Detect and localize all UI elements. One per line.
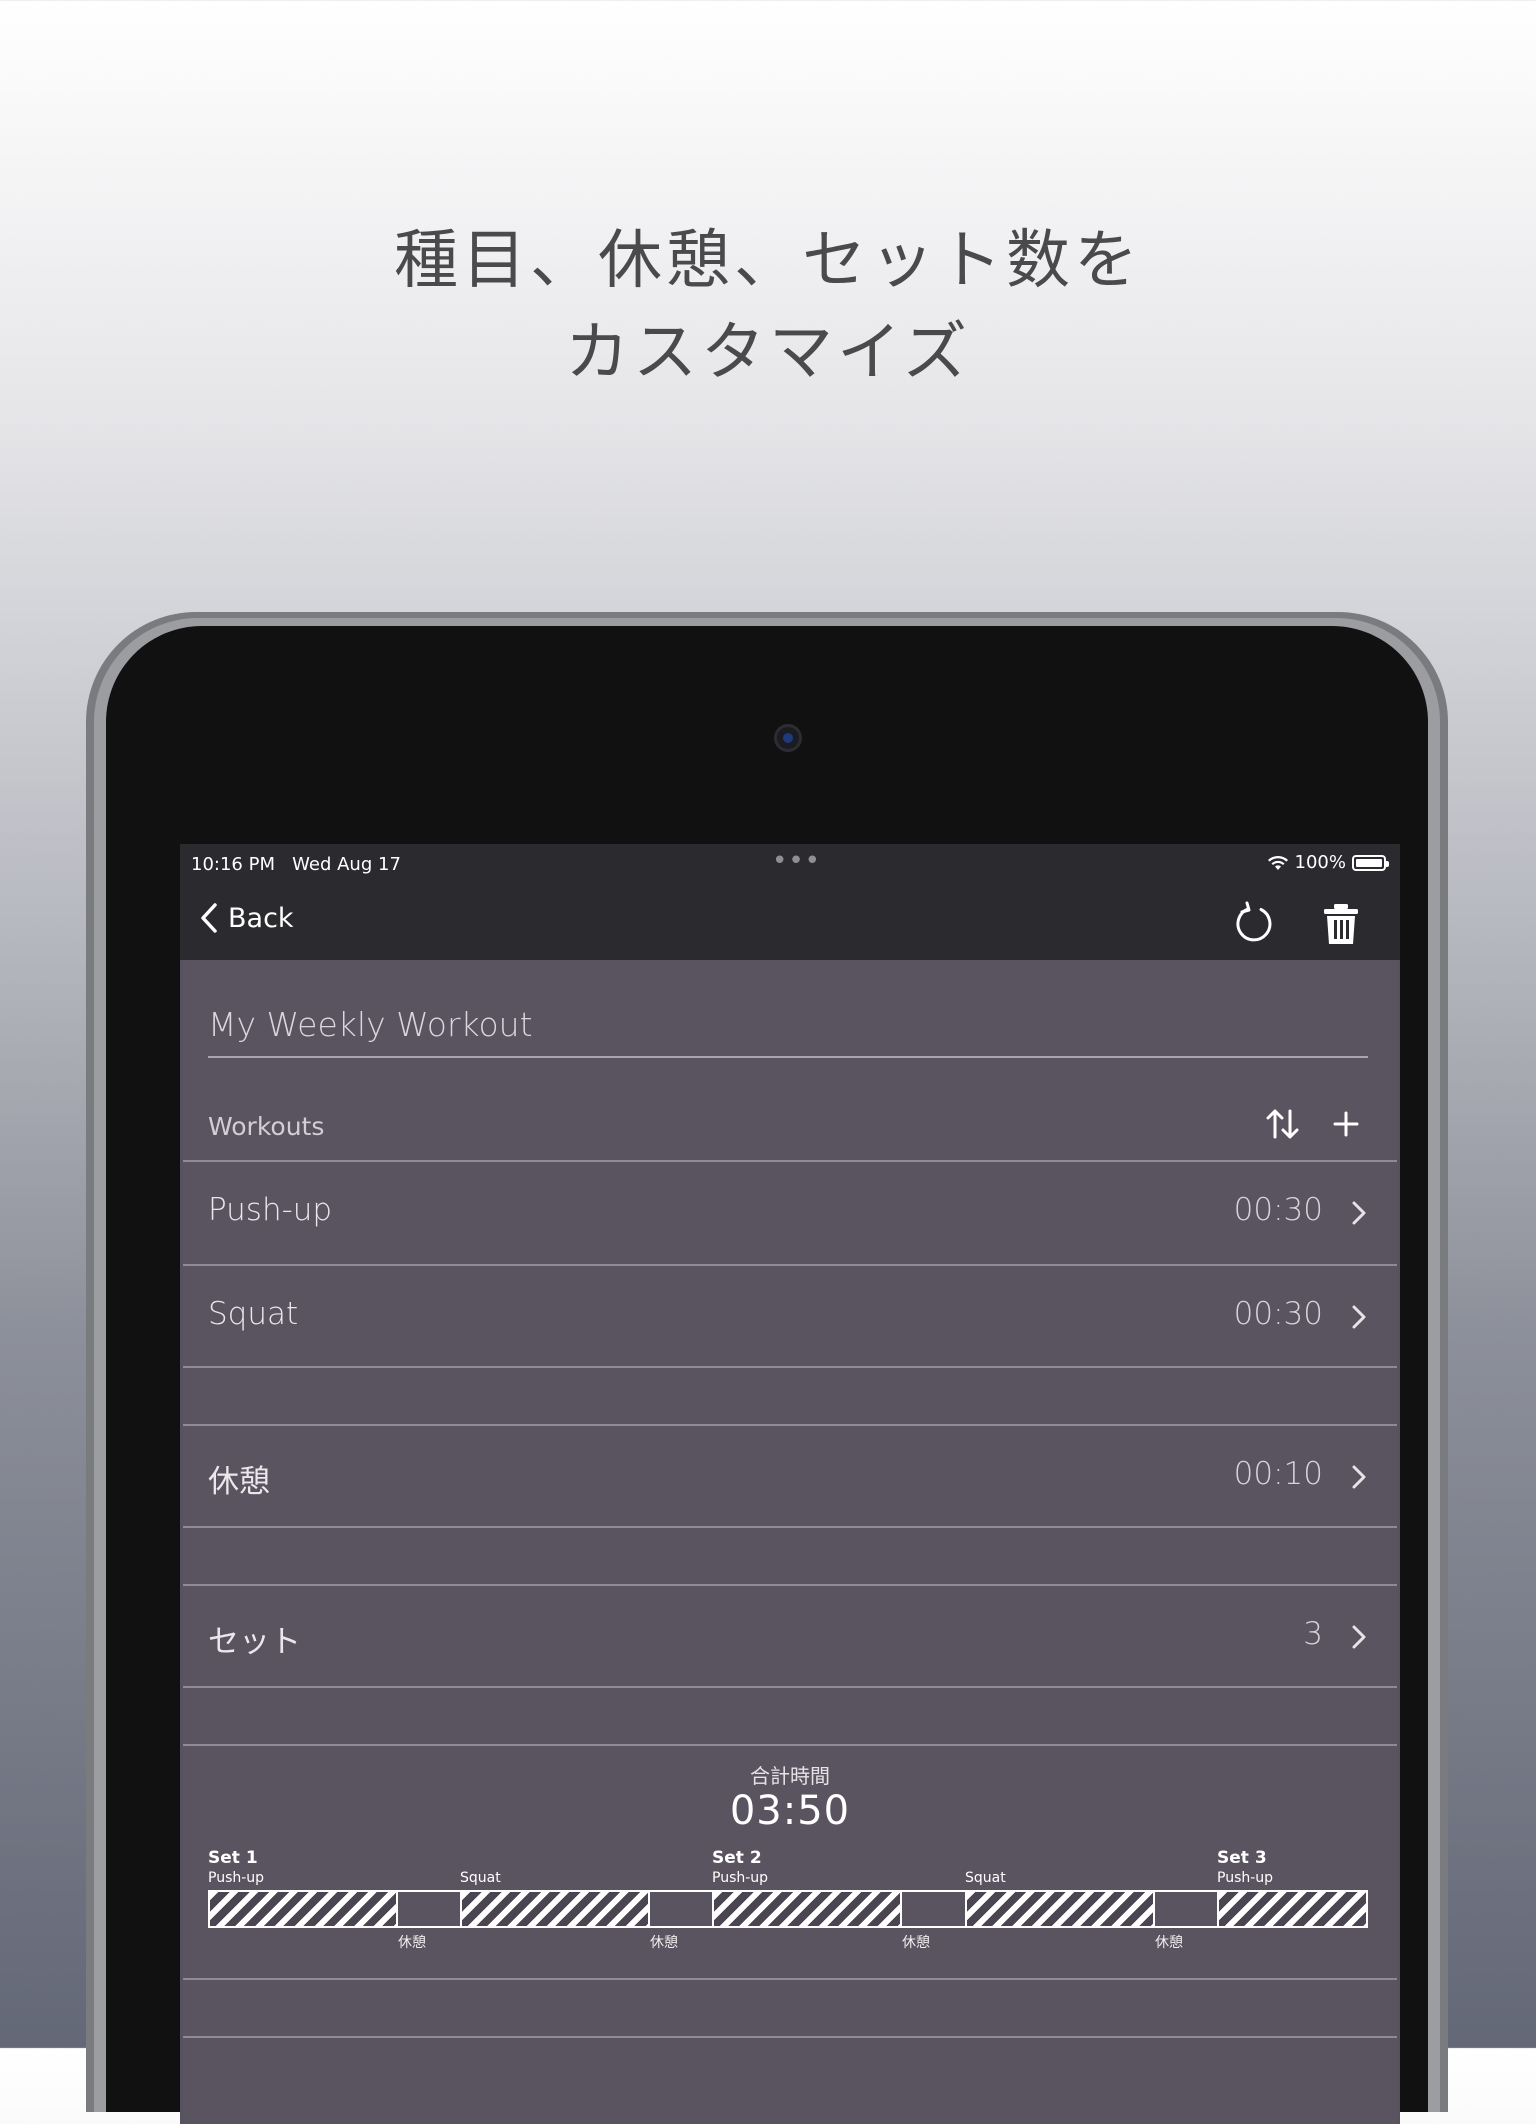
headline-line-2: カスタマイズ <box>564 316 972 390</box>
timeline-exercise-label: Squat <box>965 1870 1006 1886</box>
plus-icon[interactable] <box>1326 1104 1366 1144</box>
timeline-rest-label: 休憩 <box>902 1935 930 1951</box>
status-bar: 10:16 PM Wed Aug 17 ••• 100% <box>180 844 1400 888</box>
ipad-bezel: 10:16 PM Wed Aug 17 ••• 100% Back My Wee… <box>106 626 1428 2124</box>
divider <box>183 1526 1397 1528</box>
divider <box>183 1978 1397 1980</box>
trash-icon[interactable] <box>1317 900 1365 948</box>
rest-label: 休憩 <box>208 1464 270 1500</box>
workout-row-pushup[interactable]: Push-up 00:30 <box>183 1160 1397 1262</box>
sort-icon[interactable] <box>1263 1104 1303 1144</box>
back-label: Back <box>228 902 294 934</box>
workout-name: Push-up <box>208 1192 333 1228</box>
workout-name: Squat <box>208 1296 299 1332</box>
headline-line-1: 種目、休憩、セット数を <box>394 224 1142 298</box>
rest-row[interactable]: 休憩 00:10 <box>183 1424 1397 1526</box>
timeline-set-label: Set 2 <box>712 1848 762 1868</box>
timeline-segment-work <box>460 1890 650 1928</box>
sets-row[interactable]: セット 3 <box>183 1584 1397 1686</box>
chevron-left-icon <box>201 903 217 933</box>
headline: 種目、休憩、セット数を カスタマイズ <box>0 215 1536 399</box>
rest-duration: 00:10 <box>1233 1456 1323 1492</box>
chevron-right-icon <box>1352 1625 1366 1649</box>
workout-timeline: Set 1 Set 2 Set 3 Push-up Squat Push-up … <box>208 1848 1368 1951</box>
timeline-segment-work <box>1217 1890 1368 1928</box>
chevron-right-icon <box>1352 1201 1366 1225</box>
timeline-exercise-label: Squat <box>460 1870 501 1886</box>
routine-editor: My Weekly Workout Workouts Push-up 00:30 <box>183 960 1397 2124</box>
status-date: Wed Aug 17 <box>292 854 401 875</box>
status-time: 10:16 PM Wed Aug 17 <box>191 854 401 875</box>
timeline-segment-rest <box>398 1890 460 1928</box>
timeline-rest-label: 休憩 <box>1155 1935 1183 1951</box>
timeline-set-label: Set 1 <box>208 1848 258 1868</box>
navigation-bar: Back <box>180 888 1400 960</box>
timeline-set-label: Set 3 <box>1217 1848 1267 1868</box>
status-indicators: 100% <box>1267 852 1389 873</box>
timeline-exercise-label: Push-up <box>712 1870 769 1886</box>
wifi-icon <box>1267 855 1288 870</box>
divider <box>183 1366 1397 1368</box>
ipad-frame: 10:16 PM Wed Aug 17 ••• 100% Back My Wee… <box>94 618 1440 2124</box>
divider <box>183 1686 1397 1688</box>
timeline-segment-rest <box>902 1890 965 1928</box>
workout-duration: 00:30 <box>1233 1296 1323 1332</box>
total-time-label: 合計時間 <box>750 1764 830 1788</box>
timeline-segment-rest <box>1155 1890 1217 1928</box>
status-clock: 10:16 PM <box>191 854 275 875</box>
workout-duration: 00:30 <box>1233 1192 1323 1228</box>
back-button[interactable]: Back <box>200 902 294 934</box>
battery-percent: 100% <box>1294 852 1346 873</box>
sets-label: セット <box>208 1624 301 1660</box>
sets-count: 3 <box>1303 1616 1323 1652</box>
chevron-right-icon <box>1352 1305 1366 1329</box>
workout-row-squat[interactable]: Squat 00:30 <box>183 1264 1397 1366</box>
reset-icon[interactable] <box>1230 900 1278 948</box>
battery-icon <box>1352 854 1389 871</box>
timeline-segment-work <box>712 1890 902 1928</box>
app-screen: 10:16 PM Wed Aug 17 ••• 100% Back My Wee… <box>180 844 1400 2124</box>
timeline-segment-work <box>208 1890 398 1928</box>
routine-title-field[interactable]: My Weekly Workout <box>208 996 1368 1058</box>
divider <box>183 2036 1397 2038</box>
timeline-rest-label: 休憩 <box>650 1935 678 1951</box>
timeline-bar <box>208 1890 1368 1928</box>
timeline-exercise-label: Push-up <box>1217 1870 1274 1886</box>
total-time-value: 03:50 <box>729 1788 851 1834</box>
timeline-exercise-label: Push-up <box>208 1870 265 1886</box>
workouts-section-header: Workouts <box>208 1112 325 1141</box>
divider <box>183 1744 1397 1746</box>
timeline-rest-label: 休憩 <box>398 1935 426 1951</box>
ipad-device: 10:16 PM Wed Aug 17 ••• 100% Back My Wee… <box>86 612 1448 2124</box>
front-camera <box>774 724 802 752</box>
timeline-segment-rest <box>650 1890 712 1928</box>
chevron-right-icon <box>1352 1465 1366 1489</box>
multitasking-dots-icon[interactable]: ••• <box>772 846 821 876</box>
timeline-segment-work <box>965 1890 1155 1928</box>
